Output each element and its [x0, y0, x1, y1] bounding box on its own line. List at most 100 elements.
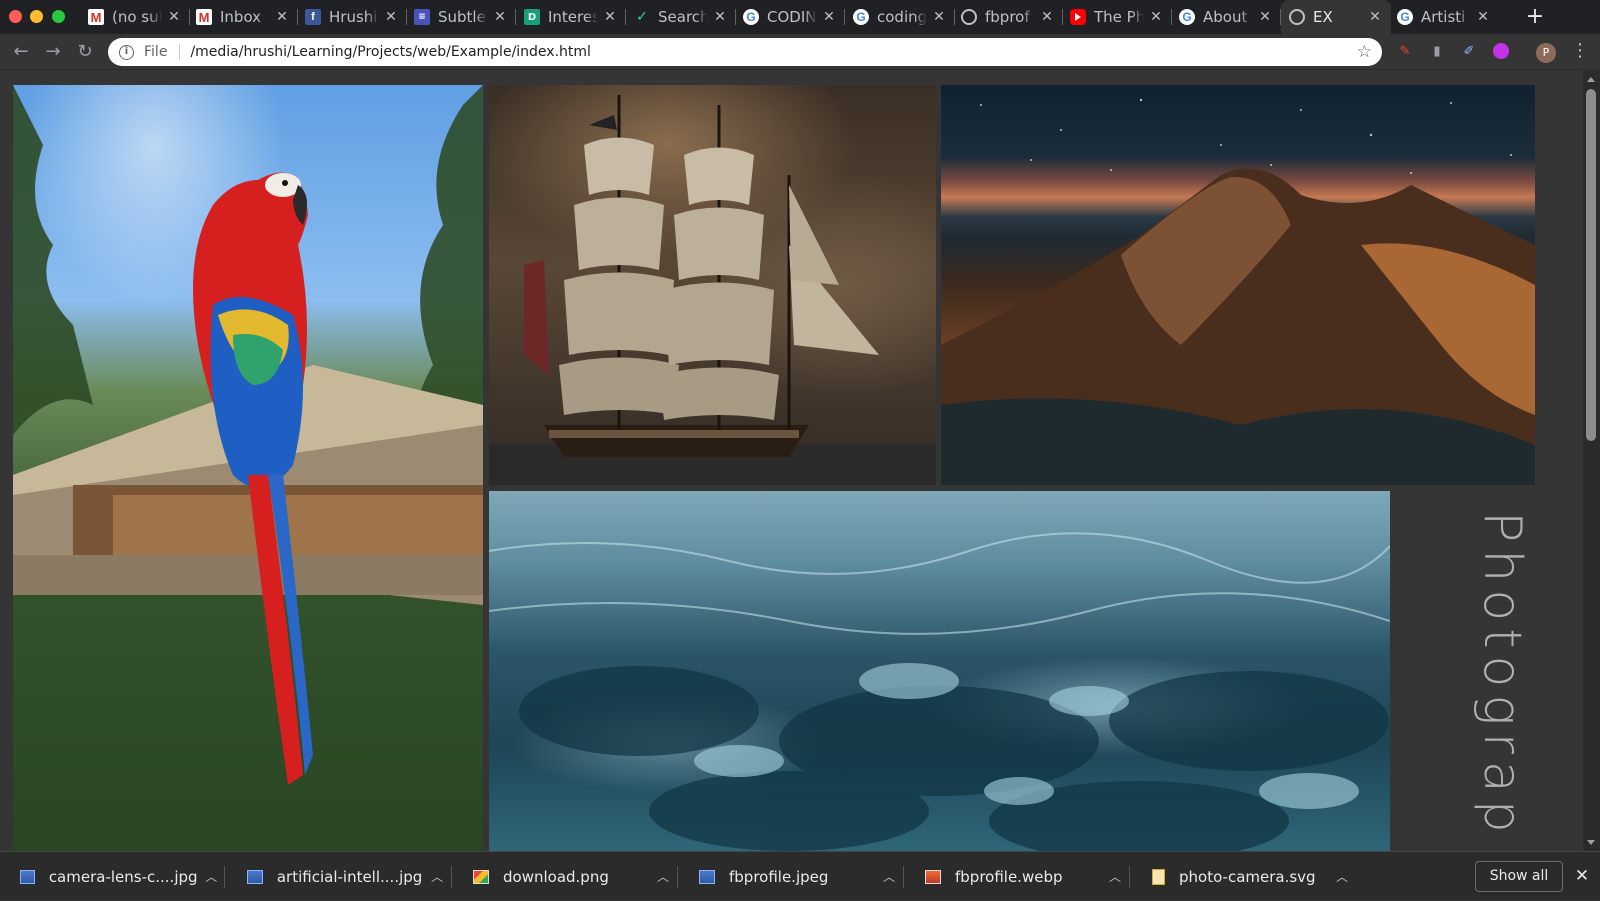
chevron-up-icon[interactable]: ︿	[648, 868, 678, 885]
tab-close-icon[interactable]: ✕	[1367, 9, 1383, 25]
chevron-up-icon[interactable]: ︿	[422, 868, 452, 885]
download-filename: fbprofile.webp	[955, 867, 1063, 886]
tab-title: fbprof	[985, 8, 1030, 26]
extension-color-icon[interactable]	[1492, 42, 1510, 60]
bookmark-star-icon[interactable]: ☆	[1357, 42, 1372, 62]
tab-close-icon[interactable]: ✕	[166, 9, 182, 25]
download-filename: fbprofile.jpeg	[729, 867, 829, 886]
tab-1[interactable]: M (no subject) ✕	[80, 0, 190, 34]
chevron-up-icon[interactable]: ︿	[1327, 868, 1357, 885]
download-filename: photo-camera.svg	[1179, 867, 1316, 886]
google-icon: G	[1397, 9, 1413, 25]
tab-10[interactable]: The Ph ✕	[1062, 0, 1172, 34]
scroll-up-arrow-icon[interactable]	[1587, 77, 1595, 82]
tab-close-icon[interactable]: ✕	[492, 9, 508, 25]
globe-icon	[961, 9, 977, 25]
page-scrollbar[interactable]	[1583, 71, 1600, 851]
photo-parrot	[13, 85, 483, 851]
extension-bottle-icon[interactable]: ▮	[1428, 42, 1446, 60]
tab-12-active[interactable]: EX ✕	[1281, 0, 1391, 34]
gmail-icon: M	[88, 9, 104, 25]
url-divider	[179, 44, 181, 60]
show-all-downloads-button[interactable]: Show all	[1475, 861, 1563, 892]
page-viewport: Photograp	[0, 71, 1600, 851]
tab-close-icon[interactable]: ✕	[821, 9, 837, 25]
address-bar[interactable]: i File /media/hrushi/Learning/Projects/w…	[108, 38, 1382, 66]
tab-2[interactable]: M Inbox ✕	[188, 0, 298, 34]
tab-close-icon[interactable]: ✕	[1475, 9, 1491, 25]
tab-8[interactable]: G coding ✕	[845, 0, 955, 34]
tab-3[interactable]: f Hrushi ✕	[297, 0, 407, 34]
youtube-icon	[1070, 9, 1086, 25]
tab-close-icon[interactable]: ✕	[383, 9, 399, 25]
browser-toolbar: ← → ↻ i File /media/hrushi/Learning/Proj…	[0, 34, 1600, 70]
facebook-icon: f	[305, 9, 321, 25]
tab-13[interactable]: G Artisti ✕	[1389, 0, 1499, 34]
tab-title: CODIN	[767, 8, 817, 26]
image-file-icon	[473, 869, 489, 884]
download-item[interactable]: artificial-intell....jpg ︿	[227, 852, 452, 901]
back-arrow-icon[interactable]: ←	[8, 39, 34, 65]
tab-close-icon[interactable]: ✕	[602, 9, 618, 25]
chevron-up-icon[interactable]: ︿	[198, 868, 225, 885]
tab-7[interactable]: G CODIN ✕	[735, 0, 845, 34]
search-icon: ✓	[636, 9, 648, 25]
url-text[interactable]: /media/hrushi/Learning/Projects/web/Exam…	[190, 44, 1356, 60]
download-item[interactable]: download.png ︿	[453, 852, 678, 901]
tab-title: The Ph	[1094, 8, 1144, 26]
info-icon[interactable]: i	[119, 44, 134, 60]
tab-close-icon[interactable]: ✕	[274, 9, 290, 25]
photo-mountain-night	[941, 85, 1535, 485]
tab-title: Interes	[548, 8, 598, 26]
photo-sailing-ship	[489, 85, 936, 485]
tab-title: Artisti	[1421, 8, 1466, 26]
tab-5[interactable]: D Interes ✕	[516, 0, 626, 34]
extension-pen-icon[interactable]: ✎	[1396, 42, 1414, 60]
tab-11[interactable]: G About ✕	[1171, 0, 1281, 34]
tab-strip: M (no subject) ✕ M Inbox ✕ f Hrushi ✕ ≡ …	[0, 0, 1600, 34]
chevron-up-icon[interactable]: ︿	[874, 868, 904, 885]
window-maximize-button[interactable]	[52, 10, 65, 23]
google-icon: G	[1179, 9, 1195, 25]
kebab-menu-icon[interactable]: ⋮	[1571, 42, 1589, 60]
gmail-icon: M	[196, 9, 212, 25]
extension-brush-icon[interactable]: ✐	[1460, 42, 1478, 60]
window-minimize-button[interactable]	[30, 10, 43, 23]
scroll-thumb[interactable]	[1586, 89, 1596, 441]
side-heading-text: Photograp	[1472, 511, 1532, 840]
download-filename: camera-lens-c....jpg	[48, 867, 198, 886]
download-item[interactable]: fbprofile.jpeg ︿	[679, 852, 904, 901]
new-tab-button[interactable]: +	[1522, 4, 1548, 30]
window-close-button[interactable]	[9, 10, 22, 23]
tab-close-icon[interactable]: ✕	[931, 9, 947, 25]
tab-4[interactable]: ≡ Subtle ✕	[406, 0, 516, 34]
download-item[interactable]: camera-lens-c....jpg ︿	[0, 852, 225, 901]
forward-arrow-icon[interactable]: →	[40, 39, 66, 65]
reload-icon[interactable]: ↻	[72, 39, 98, 65]
photo-ocean-water	[489, 491, 1390, 851]
download-filename: download.png	[503, 867, 609, 886]
tab-close-icon[interactable]: ✕	[1148, 9, 1164, 25]
download-item[interactable]: photo-camera.svg ︿	[1132, 852, 1357, 901]
tab-title: Search	[658, 8, 708, 26]
tab-close-icon[interactable]: ✕	[712, 9, 728, 25]
side-heading: Photograp	[1468, 511, 1538, 851]
profile-avatar[interactable]: P	[1536, 43, 1556, 63]
tab-title: coding	[877, 8, 927, 26]
scroll-down-arrow-icon[interactable]	[1587, 840, 1595, 845]
tab-close-icon[interactable]: ✕	[1039, 9, 1055, 25]
tab-9[interactable]: fbprof ✕	[953, 0, 1063, 34]
dd-icon: D	[524, 9, 540, 25]
chevron-up-icon[interactable]: ︿	[1100, 868, 1130, 885]
tab-close-icon[interactable]: ✕	[1257, 9, 1273, 25]
image-file-icon	[247, 869, 263, 884]
globe-icon	[1289, 9, 1305, 25]
download-item[interactable]: fbprofile.webp ︿	[905, 852, 1130, 901]
tab-6[interactable]: ✓ Search ✕	[626, 0, 736, 34]
download-shelf: camera-lens-c....jpg ︿ artificial-intell…	[0, 851, 1600, 900]
tab-title: EX	[1313, 8, 1333, 26]
tab-title: Hrushi	[329, 8, 378, 26]
close-icon[interactable]: ✕	[1574, 866, 1590, 886]
tab-title: About	[1203, 8, 1248, 26]
url-scheme: File	[144, 44, 168, 60]
